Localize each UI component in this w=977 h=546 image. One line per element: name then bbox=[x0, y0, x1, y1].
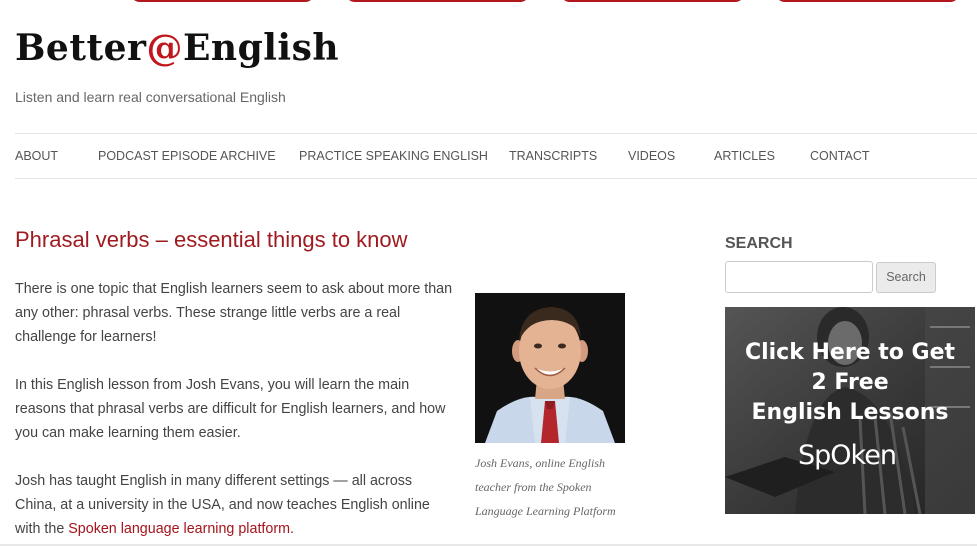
spoken-platform-link[interactable]: Spoken language learning platform bbox=[68, 521, 290, 537]
nav-item-about[interactable]: ABOUT bbox=[15, 149, 58, 163]
ad-headline-1: Click Here to Get bbox=[744, 340, 956, 365]
spoken-logo: SpOken bbox=[798, 440, 897, 471]
brand-text-after: English bbox=[182, 27, 340, 69]
ad-headline-3: English Lessons bbox=[751, 400, 949, 425]
top-tab-shape bbox=[345, 0, 530, 2]
author-portrait-image bbox=[475, 293, 625, 443]
main-navigation: ABOUT PODCAST EPISODE ARCHIVE PRACTICE S… bbox=[15, 133, 977, 179]
post-title[interactable]: Phrasal verbs – essential things to know bbox=[15, 227, 408, 253]
post-paragraph-3: Josh has taught English in many differen… bbox=[15, 469, 455, 541]
top-tab-shape bbox=[775, 0, 960, 2]
author-photo bbox=[475, 293, 625, 443]
nav-item-podcast[interactable]: PODCAST EPISODE ARCHIVE bbox=[98, 149, 276, 163]
top-tab-shape bbox=[130, 0, 315, 2]
nav-item-videos[interactable]: VIDEOS bbox=[628, 149, 675, 163]
top-tab-shape bbox=[560, 0, 745, 2]
search-input[interactable] bbox=[725, 261, 873, 293]
search-button[interactable]: Search bbox=[876, 262, 936, 293]
photo-caption: Josh Evans, online English teacher from … bbox=[475, 456, 616, 518]
nav-item-practice[interactable]: PRACTICE SPEAKING ENGLISH bbox=[299, 149, 488, 163]
paragraph-3-end: . bbox=[290, 521, 294, 537]
brand-text-before: Better bbox=[15, 27, 147, 69]
nav-item-articles[interactable]: ARTICLES bbox=[714, 149, 775, 163]
site-logo[interactable]: Better@English bbox=[15, 26, 339, 70]
search-widget-title: SEARCH bbox=[725, 235, 793, 252]
ad-headline-2: 2 Free bbox=[811, 370, 889, 395]
nav-item-contact[interactable]: CONTACT bbox=[810, 149, 870, 163]
top-decorative-tabs bbox=[0, 0, 977, 2]
post-paragraph-2: In this English lesson from Josh Evans, … bbox=[15, 377, 446, 441]
post-paragraph-1: There is one topic that English learners… bbox=[15, 281, 453, 345]
nav-item-transcripts[interactable]: TRANSCRIPTS bbox=[509, 149, 597, 163]
site-tagline: Listen and learn real conversational Eng… bbox=[15, 89, 286, 105]
spoken-ad-banner[interactable]: Click Here to Get 2 Free English Lessons… bbox=[725, 307, 975, 514]
brand-at-sign: @ bbox=[146, 27, 183, 69]
